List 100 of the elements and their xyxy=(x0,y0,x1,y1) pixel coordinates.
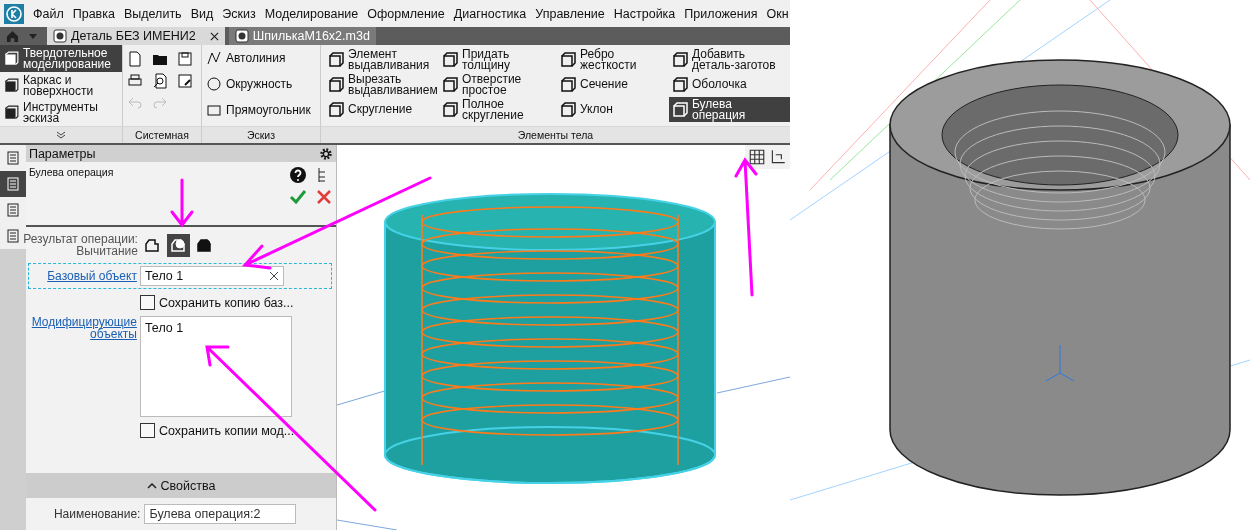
side-panel-tab[interactable] xyxy=(0,145,26,171)
clear-icon[interactable] xyxy=(268,271,279,281)
home-icon[interactable] xyxy=(6,29,19,43)
properties-section-header[interactable]: Свойства xyxy=(25,473,336,498)
menu-item[interactable]: Вид xyxy=(190,6,214,21)
menu-item[interactable]: Выделить xyxy=(123,6,182,21)
ribbon-tool[interactable]: Уклон xyxy=(557,97,669,122)
checkbox-label: Сохранить копию баз... xyxy=(158,295,294,310)
save-as-icon[interactable] xyxy=(177,73,193,89)
boolean-shape-icon xyxy=(196,237,213,253)
base-object-field[interactable]: Тело 1 xyxy=(139,266,284,286)
menu-item[interactable]: Приложения xyxy=(684,6,758,21)
mode-item[interactable]: Каркас и поверхности xyxy=(0,72,122,99)
dropdown-caret-icon[interactable] xyxy=(29,33,37,39)
menu-item[interactable]: Правка xyxy=(72,6,115,21)
side-panel-tab[interactable] xyxy=(0,171,26,197)
checkbox-label: Сохранить копии мод... xyxy=(158,423,295,438)
boolean-mode-button[interactable] xyxy=(166,233,190,257)
cancel-icon[interactable] xyxy=(315,188,333,206)
cube-icon xyxy=(3,104,19,121)
solid-tool-icon xyxy=(442,51,458,68)
document-tab[interactable]: ШпилькаM16x2.m3d xyxy=(228,27,376,45)
boolean-shape-icon xyxy=(170,237,187,253)
boolean-shape-icon xyxy=(144,237,161,253)
grid-icon[interactable] xyxy=(748,148,766,166)
menu-item[interactable]: Файл xyxy=(33,6,64,21)
menu-item[interactable]: Эскиз xyxy=(222,6,256,21)
close-icon[interactable] xyxy=(209,31,219,41)
menu-item[interactable]: Диагностика xyxy=(453,6,527,21)
expand-chevron-icon[interactable] xyxy=(56,131,66,139)
sketch-tool-icon xyxy=(206,102,222,118)
ribbon-tool[interactable]: Сечение xyxy=(557,72,669,97)
solid-tool-icon xyxy=(328,101,344,118)
mode-item[interactable]: Твердотельное моделирование xyxy=(0,45,122,72)
list-icon xyxy=(4,228,21,244)
ribbon-tool[interactable]: Добавить деталь-заготов xyxy=(669,47,790,72)
ribbon-tool[interactable]: Элемент выдавливания xyxy=(325,47,439,72)
ribbon-tool[interactable]: Отверстие простое xyxy=(439,72,557,97)
result-value: Вычитание xyxy=(76,245,138,257)
solid-tool-icon xyxy=(560,101,576,118)
solid-tool-icon xyxy=(442,101,458,118)
menu-item[interactable]: Оформление xyxy=(367,6,445,21)
ribbon-tool[interactable]: Ребро жесткости xyxy=(557,47,669,72)
ribbon-tool[interactable]: Вырезать выдавливанием xyxy=(325,72,439,97)
axes-icon[interactable] xyxy=(769,148,787,166)
ribbon-tool[interactable]: Окружность xyxy=(206,74,316,94)
modifying-objects-list[interactable]: Тело 1 xyxy=(139,316,292,417)
preview-icon[interactable] xyxy=(152,73,168,89)
sketch-tool-icon xyxy=(206,76,222,92)
menu-item[interactable]: Окн xyxy=(766,6,789,21)
save-icon[interactable] xyxy=(177,51,193,67)
solid-tool-icon xyxy=(560,51,576,68)
panel-title: Параметры xyxy=(28,146,96,161)
checkmark-icon[interactable] xyxy=(289,188,307,206)
ribbon-tool[interactable]: Автолиния xyxy=(206,48,316,68)
operation-name: Булева операция xyxy=(28,166,114,180)
ribbon-tool[interactable]: Придать толщину xyxy=(439,47,557,72)
annotation-arrow xyxy=(170,178,194,228)
menu-item[interactable]: Управление xyxy=(535,6,605,21)
part-file-icon xyxy=(234,29,249,43)
help-icon[interactable] xyxy=(289,166,307,184)
new-file-icon[interactable] xyxy=(127,51,143,67)
solid-tool-icon xyxy=(672,51,688,68)
ribbon-tool[interactable]: Полное скругление xyxy=(439,97,557,122)
menu-item[interactable]: Настройка xyxy=(613,6,676,21)
sketch-tool-icon xyxy=(206,50,222,66)
settings-icon[interactable] xyxy=(319,146,333,161)
checkbox[interactable] xyxy=(139,295,155,310)
list-item[interactable]: Тело 1 xyxy=(144,321,184,335)
solid-tool-icon xyxy=(442,76,458,93)
mode-item[interactable]: Инструменты эскиза xyxy=(0,99,122,126)
cube-icon xyxy=(3,50,19,67)
modifying-objects-link[interactable]: Модифицирующие объекты xyxy=(28,316,137,340)
ribbon-tool[interactable]: Прямоугольник xyxy=(206,100,316,120)
group-title: Системная xyxy=(135,129,189,141)
name-field[interactable]: Булева операция:2 xyxy=(144,504,297,524)
name-label: Наименование: xyxy=(53,507,141,521)
ribbon-tool[interactable]: Булева операция xyxy=(669,97,790,122)
list-icon xyxy=(4,176,21,192)
solid-tool-icon xyxy=(328,51,344,68)
solid-tool-icon xyxy=(560,76,576,93)
app-logo-icon[interactable] xyxy=(4,3,24,24)
chevron-icon xyxy=(146,482,157,489)
group-title: Эскиз xyxy=(246,129,276,141)
solid-tool-icon xyxy=(672,76,688,93)
part-file-icon xyxy=(53,29,67,43)
group-title: Элементы тела xyxy=(517,129,594,141)
solid-tool-icon xyxy=(672,101,688,118)
solid-tool-icon xyxy=(328,76,344,93)
result-label: Результат операции: xyxy=(23,233,138,245)
ribbon-tool[interactable]: Скругление xyxy=(325,97,439,122)
base-object-link[interactable]: Базовый объект xyxy=(28,269,137,283)
document-tab[interactable]: Деталь БЕЗ ИМЕНИ2 xyxy=(47,27,225,45)
ribbon-tool[interactable]: Оболочка xyxy=(669,72,790,97)
print-icon[interactable] xyxy=(127,73,143,89)
checkbox[interactable] xyxy=(139,423,155,438)
cube-icon xyxy=(3,77,19,94)
menu-item[interactable]: Моделирование xyxy=(264,6,359,21)
list-icon xyxy=(4,202,21,218)
list-icon xyxy=(4,150,21,166)
